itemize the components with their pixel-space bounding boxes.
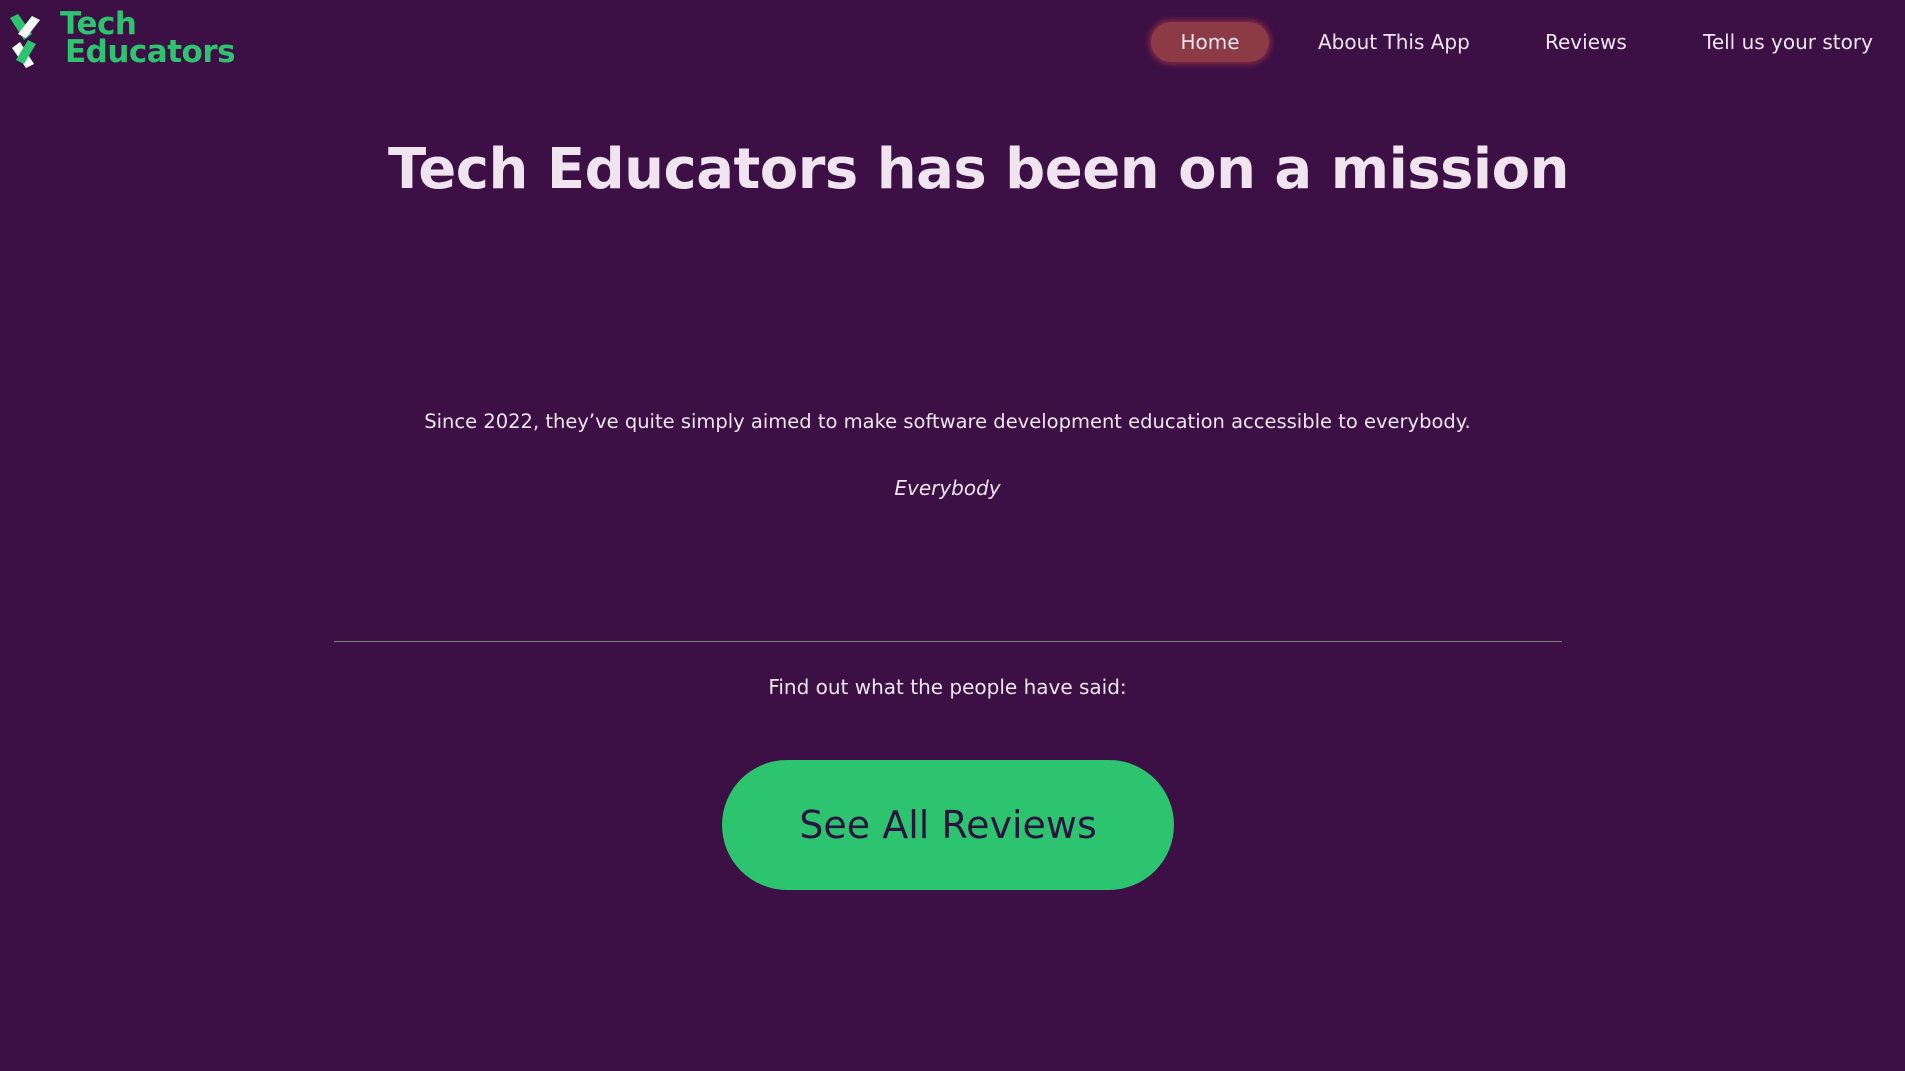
logo-wordmark: Tech Educators: [60, 9, 236, 70]
see-all-reviews-button[interactable]: See All Reviews: [722, 760, 1174, 890]
logo-line-2: Educators: [65, 34, 236, 70]
tech-educators-logo-icon: [10, 14, 40, 68]
section-divider: [334, 641, 1562, 642]
emphasis-text: Everybody: [894, 476, 1001, 500]
reviews-prompt: Find out what the people have said:: [768, 675, 1127, 699]
nav-reviews[interactable]: Reviews: [1545, 22, 1627, 62]
page-title: Tech Educators has been on a mission: [388, 137, 1569, 202]
intro-text: Since 2022, they’ve quite simply aimed t…: [424, 410, 1471, 433]
page: Tech Educators Home About This App Revie…: [0, 0, 1905, 1071]
nav-tell-your-story[interactable]: Tell us your story: [1703, 22, 1873, 62]
home-logo-link[interactable]: Tech Educators: [8, 9, 236, 70]
nav-home[interactable]: Home: [1151, 22, 1269, 62]
nav-about[interactable]: About This App: [1318, 22, 1470, 62]
